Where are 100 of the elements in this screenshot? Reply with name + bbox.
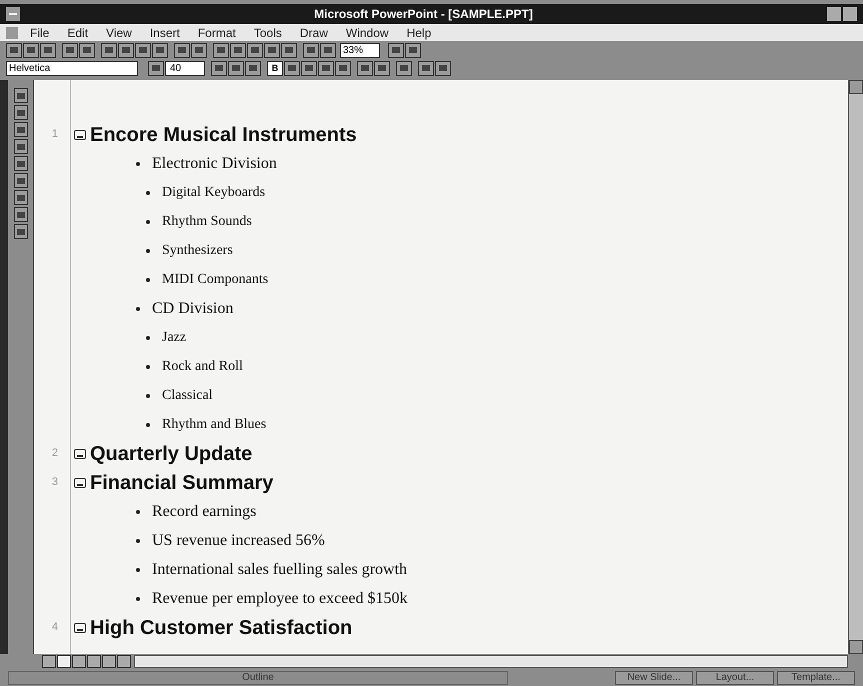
toolbar-button[interactable] [247,42,263,58]
toolbar-button[interactable] [14,105,28,120]
slide-title: Encore Musical Instruments [90,122,357,148]
slide-title: High Customer Satisfaction [90,616,352,640]
toolbar-button[interactable] [396,60,412,76]
toolbar-button[interactable] [303,42,319,58]
toolbar-button[interactable] [14,190,28,205]
bullet-icon [146,336,150,340]
toolbar-button[interactable] [40,42,56,58]
toolbar-button[interactable] [335,60,351,76]
outline-bullet-text: Classical [162,387,213,405]
toolbar-button[interactable] [213,42,229,58]
font-size-field[interactable]: 40 [165,60,205,76]
outline-bullet-text: Rhythm and Blues [162,416,266,434]
menu-item[interactable]: Window [346,24,389,42]
toolbar-button[interactable] [14,173,28,188]
toolbar-button[interactable] [135,42,151,58]
toolbar-button[interactable] [148,60,164,76]
bullet-icon [136,538,140,542]
toolbar-button[interactable] [357,60,373,76]
toolbar-button[interactable] [284,60,300,76]
menu-item[interactable]: Help [406,24,432,42]
menu-item[interactable]: Format [198,24,236,42]
slide-number: 1 [50,127,59,142]
view-button[interactable] [87,655,101,668]
font-field[interactable]: Helvetica [6,60,138,76]
slide-number: 3 [50,475,59,490]
outline-bullet-text: Revenue per employee to exceed $150k [152,588,408,608]
toolbar-button[interactable] [281,42,297,58]
toolbar-button[interactable] [374,60,390,76]
outline-bullet-text: Synthesizers [162,242,233,260]
bullet-icon [146,422,150,426]
bullet-icon [136,306,140,310]
toolbar-button[interactable] [14,139,28,154]
bullet-icon [146,278,150,282]
outline-bullet-text: Rhythm Sounds [162,213,252,231]
status-button[interactable]: New Slide... [615,670,693,684]
toolbar-button[interactable] [101,42,117,58]
toolbar-button[interactable] [230,42,246,58]
menu-item[interactable]: Edit [67,24,88,42]
toolbar-button[interactable] [405,42,421,58]
bullet-icon [136,162,140,166]
slide-number: 2 [50,446,59,462]
zoom-field[interactable]: 33% [340,42,380,58]
toolbar-button[interactable] [245,60,261,76]
vertical-scrollbar[interactable] [848,80,863,654]
slide-number: 4 [50,620,59,636]
toolbar-button[interactable] [79,42,95,58]
toolbar-button[interactable] [62,42,78,58]
toolbar-button[interactable] [14,156,28,171]
slide-title: Quarterly Update [90,442,252,466]
bold-button[interactable]: B [267,60,283,76]
status-button[interactable]: Template... [777,670,855,684]
toolbar-button[interactable] [174,42,190,58]
toolbar-button[interactable] [228,60,244,76]
outline-bullet-text: CD Division [152,298,234,318]
menu-item[interactable]: Tools [254,24,282,42]
slide-icon[interactable] [74,478,86,488]
view-button[interactable] [42,655,56,668]
bullet-icon [146,248,150,252]
toolbar-button[interactable] [118,42,134,58]
menu-item[interactable]: Insert [150,24,180,42]
view-button[interactable] [57,655,71,668]
view-button[interactable] [102,655,116,668]
menu-item[interactable]: Draw [300,24,328,42]
outline-bullet-text: Jazz [162,329,186,347]
slide-title: Financial Summary [90,470,274,496]
bullet-icon [136,596,140,600]
toolbar-button[interactable] [14,122,28,137]
toolbar-button[interactable] [152,42,168,58]
toolbar-button[interactable] [388,42,404,58]
toolbar-button[interactable] [191,42,207,58]
status-text: Outline [8,670,508,684]
status-button[interactable]: Layout... [696,670,774,684]
menu-item[interactable]: File [30,24,50,42]
toolbar-button[interactable] [6,42,22,58]
toolbar-button[interactable] [418,60,434,76]
outline-bullet-text: Rock and Roll [162,358,243,376]
outline-bullet-text: International sales fuelling sales growth [152,560,408,580]
toolbar-button[interactable] [318,60,334,76]
window-title: Microsoft PowerPoint - [SAMPLE.PPT] [313,6,534,23]
view-button[interactable] [117,655,131,668]
toolbar-button[interactable] [211,60,227,76]
system-menu-icon[interactable] [6,7,20,21]
toolbar-button[interactable] [301,60,317,76]
toolbar-button[interactable] [435,60,451,76]
toolbar-button[interactable] [264,42,280,58]
slide-icon[interactable] [74,622,86,632]
toolbar-button[interactable] [320,42,336,58]
menu-item[interactable]: View [106,24,132,42]
view-button[interactable] [72,655,86,668]
toolbar-button[interactable] [14,207,28,222]
toolbar-button[interactable] [14,224,28,239]
slide-icon[interactable] [74,130,86,140]
toolbar-button[interactable] [23,42,39,58]
outline-bullet-text: Digital Keyboards [162,184,266,202]
slide-icon[interactable] [74,448,86,458]
bullet-icon [146,394,150,398]
toolbar-button[interactable] [14,88,28,103]
horizontal-scrollbar[interactable] [134,655,848,668]
